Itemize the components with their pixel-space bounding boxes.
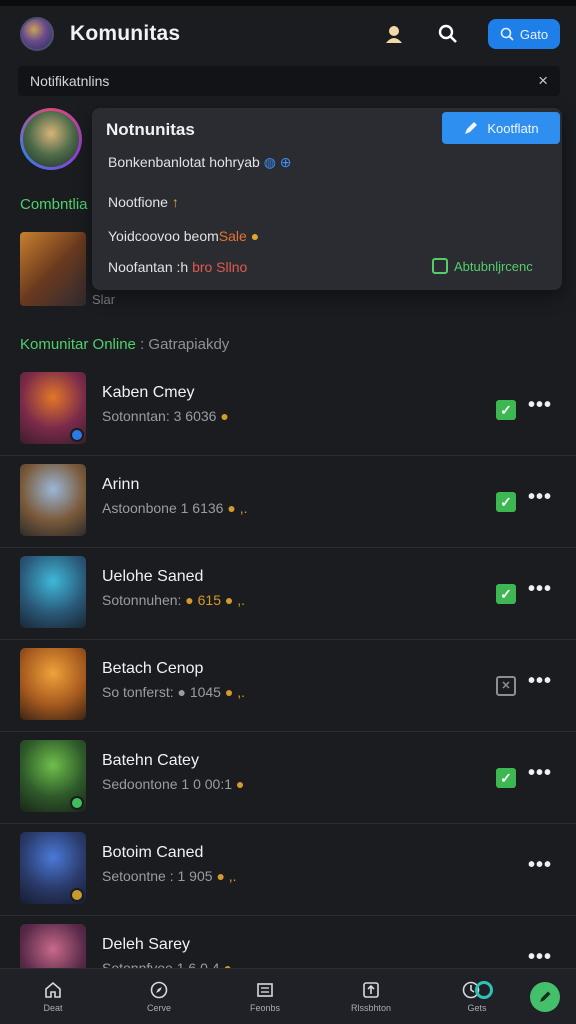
popup-action-button[interactable]: Kootflatn: [442, 112, 560, 144]
ring-icon: [475, 981, 493, 999]
close-icon[interactable]: ×: [538, 71, 548, 91]
notification-popup: Notnunitas Kootflatn Bonkenbanlotat hohr…: [92, 108, 562, 290]
community-stat: Sotonnuhen: ● 615 ● ,.: [102, 592, 246, 608]
join-checkbox[interactable]: ✓: [496, 492, 516, 512]
community-stat: Sotonntan: 3 6036 ●: [102, 408, 229, 424]
community-name: Betach Cenop: [102, 660, 204, 677]
app-logo-avatar[interactable]: [20, 17, 54, 51]
nav-home-label: Deat: [43, 1003, 63, 1013]
nav-home[interactable]: Deat: [0, 980, 106, 1013]
app-header: Komunitas Gato: [0, 6, 576, 62]
compose-fab-button[interactable]: [530, 981, 560, 1012]
more-options-icon[interactable]: •••: [528, 578, 552, 601]
list-item[interactable]: Batehn Catey Sedoontone 1 0 00:1 ● ✓ •••: [0, 732, 576, 824]
community-thumbnail[interactable]: [20, 556, 86, 628]
home-icon: [45, 981, 61, 998]
popup-title: Notnunitas: [106, 120, 195, 139]
list-item[interactable]: Uelohe Saned Sotonnuhen: ● 615 ● ,. ✓ •••: [0, 548, 576, 640]
pen-icon: [540, 991, 551, 1002]
popup-button-label: Kootflatn: [487, 120, 539, 136]
notification-text: Notifikatnlins: [30, 73, 110, 89]
more-options-icon[interactable]: •••: [528, 946, 552, 969]
online-section-title: Komunitar Online : Gatrapiakdy: [20, 336, 230, 353]
search-icon[interactable]: [434, 20, 462, 48]
community-name: Batehn Catey: [102, 752, 199, 769]
community-name: Deleh Sarey: [102, 936, 191, 953]
more-options-icon[interactable]: •••: [528, 762, 552, 785]
community-list: Kaben Cmey Sotonntan: 3 6036 ● ✓ ••• Arinn As…: [0, 364, 576, 1008]
community-name: Botoim Caned: [102, 844, 204, 861]
popup-status-label: Abtubnljrcenc: [454, 258, 533, 274]
join-checkbox[interactable]: ✕: [496, 676, 516, 696]
community-thumbnail[interactable]: [20, 648, 86, 720]
compass-icon: [150, 981, 168, 999]
join-checkbox[interactable]: ✓: [496, 400, 516, 420]
nav-news-label: Feonbs: [249, 1003, 281, 1013]
search-icon: [500, 27, 514, 41]
list-item[interactable]: Arinn Astoonbone 1 6136 ● ,. ✓ •••: [0, 456, 576, 548]
community-thumbnail[interactable]: [20, 832, 86, 904]
featured-thumbnail[interactable]: [20, 232, 86, 306]
popup-status[interactable]: Abtubnljrcenc: [432, 258, 533, 274]
list-item[interactable]: Botoim Caned Setoontne : 1 905 ● ,. •••: [0, 824, 576, 916]
verified-badge-icon: [70, 428, 84, 442]
status-check-icon: [432, 258, 448, 274]
popup-line-2: Nootfione ↑: [108, 194, 179, 210]
header-button-label: Gato: [519, 26, 549, 42]
community-name: Kaben Cmey: [102, 384, 195, 401]
bottom-navigation: Deat Cerve Feonbs Rlssbhton Gets: [0, 968, 576, 1024]
header-search-button[interactable]: Gato: [488, 19, 560, 49]
verified-badge-icon: [70, 796, 84, 810]
pen-icon: [465, 122, 478, 134]
profile-icon[interactable]: [380, 20, 408, 48]
community-name: Arinn: [102, 476, 140, 493]
nav-upload[interactable]: Rlssbhton: [318, 980, 424, 1013]
nav-gets-label: Gets: [467, 1003, 487, 1013]
notification-bar[interactable]: Notifikatnlins ×: [18, 66, 560, 96]
more-options-icon[interactable]: •••: [528, 394, 552, 417]
community-thumbnail[interactable]: [20, 372, 86, 444]
verified-badge-icon: [70, 888, 84, 902]
community-stat: Astoonbone 1 6136 ● ,.: [102, 500, 248, 516]
side-sub-label: Slar: [92, 292, 116, 307]
popup-line-4: Noofantan :h bro Sllno: [108, 259, 248, 275]
list-item[interactable]: Betach Cenop So tonferst: ● 1045 ● ,. ✕ •••: [0, 640, 576, 732]
upload-icon: [363, 982, 379, 998]
community-thumbnail[interactable]: [20, 464, 86, 536]
community-stat: So tonferst: ● 1045 ● ,.: [102, 684, 245, 700]
nav-gets[interactable]: Gets: [424, 980, 530, 1013]
more-options-icon[interactable]: •••: [528, 854, 552, 877]
news-icon: [257, 983, 273, 997]
nav-news[interactable]: Feonbs: [212, 980, 318, 1013]
community-thumbnail[interactable]: [20, 740, 86, 812]
nav-explore[interactable]: Cerve: [106, 980, 212, 1013]
community-stat: Sedoontone 1 0 00:1 ●: [102, 776, 245, 792]
popup-line-3: Yoidcoovoo beomSale ●: [108, 228, 260, 244]
community-name: Uelohe Saned: [102, 568, 204, 585]
nav-upload-label: Rlssbhton: [350, 1003, 392, 1013]
more-options-icon[interactable]: •••: [528, 670, 552, 693]
list-item[interactable]: Kaben Cmey Sotonntan: 3 6036 ● ✓ •••: [0, 364, 576, 456]
join-checkbox[interactable]: ✓: [496, 768, 516, 788]
page-title: Komunitas: [70, 22, 181, 45]
more-options-icon[interactable]: •••: [528, 486, 552, 509]
user-avatar[interactable]: [20, 108, 82, 170]
side-section-label: Combntlia: [20, 196, 88, 213]
join-checkbox[interactable]: ✓: [496, 584, 516, 604]
community-stat: Setoontne : 1 905 ● ,.: [102, 868, 237, 884]
popup-line-1: Bonkenbanlotat hohryab ◍ ⊕: [108, 154, 292, 170]
nav-explore-label: Cerve: [146, 1003, 171, 1013]
